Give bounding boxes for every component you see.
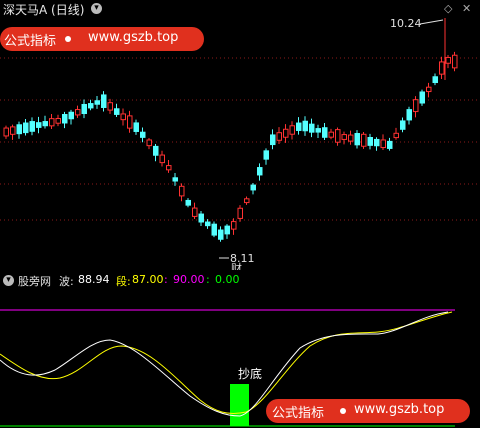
candle-body bbox=[439, 61, 445, 75]
candle-body bbox=[42, 121, 48, 127]
seg-value: 87.00 bbox=[132, 273, 164, 286]
candle-body bbox=[341, 134, 347, 140]
candle-body bbox=[393, 132, 399, 139]
candle-body bbox=[413, 99, 419, 113]
candle-body bbox=[426, 86, 432, 93]
candle-body bbox=[452, 54, 458, 69]
candle-body bbox=[114, 108, 120, 115]
candle-body bbox=[185, 199, 191, 206]
candle-body bbox=[23, 122, 29, 134]
candle-body bbox=[445, 56, 451, 64]
candle-body bbox=[237, 207, 243, 219]
candle-body bbox=[309, 123, 315, 133]
candle-body bbox=[29, 121, 35, 132]
candle-body bbox=[387, 140, 393, 149]
candle-body bbox=[101, 94, 107, 108]
candle-body bbox=[88, 103, 94, 109]
purple-value: 90.00 bbox=[173, 273, 205, 286]
low-marker-label: 财 bbox=[231, 261, 242, 270]
green-separator: : bbox=[206, 273, 210, 286]
candle-body bbox=[231, 221, 237, 230]
candle-body bbox=[172, 177, 178, 182]
bottom-signal-bar bbox=[230, 384, 249, 426]
candle-body bbox=[62, 114, 68, 124]
candle-body bbox=[68, 111, 74, 120]
candle-body bbox=[400, 120, 406, 130]
candle-body bbox=[335, 129, 341, 143]
candle-body bbox=[3, 127, 9, 137]
watermark-dot bbox=[65, 36, 71, 42]
candle-body bbox=[432, 76, 438, 84]
candle-body bbox=[198, 213, 204, 223]
candle-body bbox=[127, 115, 133, 129]
candle-body bbox=[81, 103, 87, 115]
candle-body bbox=[374, 138, 380, 147]
candle-body bbox=[55, 118, 61, 124]
watermark-dot-bottom bbox=[340, 408, 346, 414]
candle-body bbox=[205, 221, 211, 227]
candle-body bbox=[153, 145, 159, 156]
candle-body bbox=[380, 139, 386, 149]
candle-body bbox=[10, 126, 16, 135]
candle-body bbox=[166, 165, 172, 171]
candle-body bbox=[146, 139, 152, 147]
candle-body bbox=[36, 122, 42, 128]
candle-body bbox=[354, 133, 360, 146]
candle-body bbox=[218, 229, 224, 240]
candle-body bbox=[296, 122, 302, 131]
candle-body bbox=[244, 198, 250, 204]
candle-body bbox=[263, 150, 269, 160]
candle-body bbox=[348, 134, 354, 142]
candle-body bbox=[361, 133, 367, 147]
candle-body bbox=[16, 124, 22, 135]
wave-value: 88.94 bbox=[78, 273, 110, 286]
candle-body bbox=[133, 122, 139, 132]
candle-body bbox=[276, 132, 282, 141]
candle-body bbox=[49, 118, 55, 127]
candle-body bbox=[250, 184, 256, 191]
candle-body bbox=[367, 137, 373, 146]
watermark-badge-bottom: 公式指标 www.gszb.top bbox=[266, 399, 470, 423]
watermark-url-bottom: www.gszb.top bbox=[354, 402, 445, 417]
candle-body bbox=[224, 225, 230, 235]
indicator-settings-button[interactable]: ▾ bbox=[3, 275, 14, 286]
candle-body bbox=[120, 113, 126, 121]
candle-body bbox=[211, 223, 217, 236]
watermark-badge-top: 公式指标 www.gszb.top bbox=[0, 27, 204, 51]
candle-body bbox=[94, 100, 100, 105]
candle-body bbox=[328, 131, 334, 138]
watermark-label: 公式指标 bbox=[4, 34, 57, 49]
candle-body bbox=[270, 134, 276, 146]
candle-body bbox=[107, 102, 113, 111]
candle-body bbox=[283, 128, 289, 138]
green-value: 0.00 bbox=[215, 273, 240, 286]
candle-body bbox=[75, 109, 81, 116]
candle-body bbox=[302, 120, 308, 132]
wave-label: 波: bbox=[59, 275, 74, 288]
indicator-name: 股旁网 bbox=[18, 275, 51, 288]
candle-body bbox=[315, 128, 321, 133]
seg-label: 段: bbox=[116, 275, 131, 288]
indicator-header: ▾ 股旁网 波: 88.94 段: 87.00 : 90.00 : 0.00 bbox=[0, 272, 480, 288]
watermark-label-bottom: 公式指标 bbox=[272, 406, 325, 421]
candle-body bbox=[257, 167, 263, 176]
candle-body bbox=[179, 185, 185, 197]
candle-body bbox=[192, 207, 198, 217]
high-price-label: 10.24 bbox=[390, 17, 422, 30]
watermark-url: www.gszb.top bbox=[88, 30, 179, 45]
purple-separator: : bbox=[164, 273, 168, 286]
candle-body bbox=[140, 131, 146, 138]
candle-body bbox=[289, 125, 295, 135]
candle-body bbox=[159, 154, 165, 164]
candle-body bbox=[406, 109, 412, 121]
signal-label: 抄底 bbox=[238, 366, 262, 381]
candle-body bbox=[419, 91, 425, 104]
candle-body bbox=[322, 127, 328, 138]
